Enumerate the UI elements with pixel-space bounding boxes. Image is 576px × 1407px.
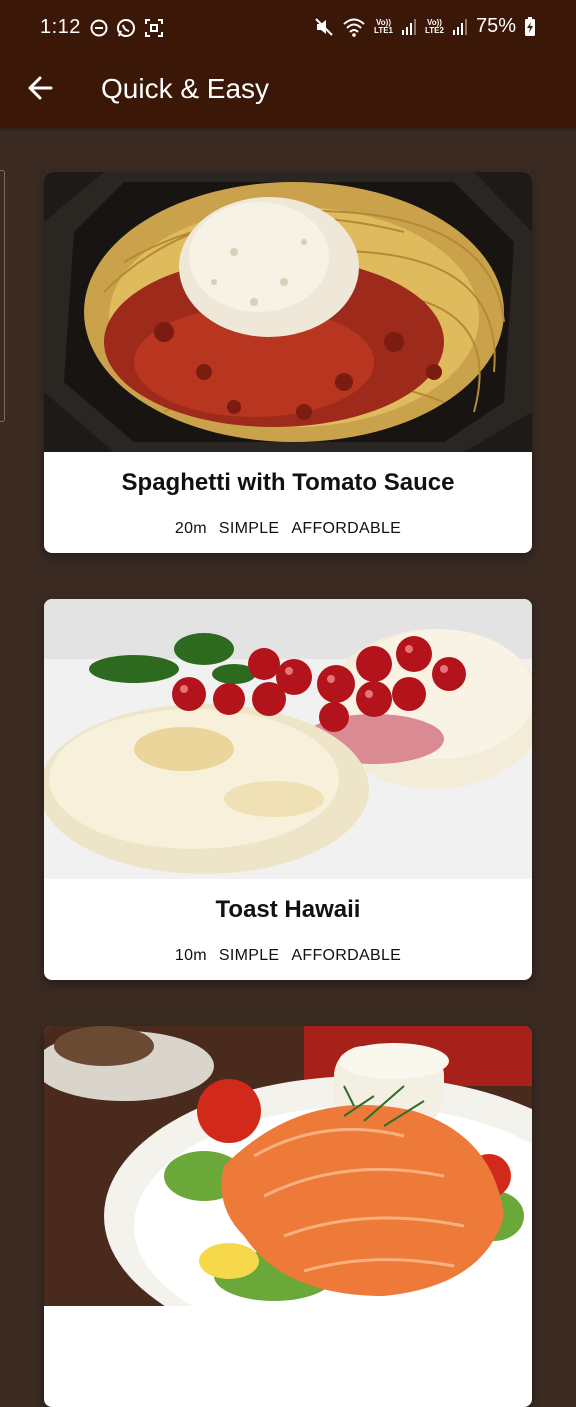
- app-bar: Quick & Easy: [0, 56, 576, 127]
- meal-title: [44, 1323, 532, 1353]
- meal-complexity: SIMPLE: [218, 947, 280, 964]
- meal-meta: [44, 1374, 532, 1407]
- meal-image-salmon-salad: [44, 1026, 532, 1306]
- mute-icon: [315, 17, 333, 36]
- sim2-label: LTE2: [425, 25, 444, 35]
- meal-title: Spaghetti with Tomato Sauce: [121, 469, 455, 496]
- meal-complexity: SIMPLE: [218, 520, 280, 537]
- status-time: 1:12: [40, 16, 81, 38]
- meal-card-spaghetti[interactable]: Spaghetti with Tomato Sauce 20m SIMPLE A…: [44, 172, 532, 553]
- meal-affordability: AFFORDABLE: [291, 520, 402, 537]
- meal-duration: 10m: [174, 947, 207, 964]
- sim2-network: Vo)) LTE2: [425, 18, 444, 35]
- arrow-back-icon: [28, 76, 53, 100]
- back-button[interactable]: [26, 74, 54, 102]
- signal-icon: [452, 18, 467, 35]
- status-left-icons: [90, 18, 164, 38]
- do-not-disturb-icon: [90, 19, 108, 37]
- meal-affordability: AFFORDABLE: [291, 947, 402, 964]
- signal-icon: [402, 18, 416, 35]
- status-bar: 1:12 Vo)) LTE1 Vo)) LTE2 75%: [0, 0, 576, 56]
- sim1-network: Vo)) LTE1: [374, 18, 393, 35]
- drawer-handle[interactable]: [0, 170, 5, 422]
- meal-meta: 10m SIMPLE AFFORDABLE: [44, 947, 532, 980]
- meal-image-spaghetti: [44, 172, 532, 452]
- page-title: Quick & Easy: [101, 73, 270, 104]
- status-right-icons: Vo)) LTE1 Vo)) LTE2 75%: [314, 15, 536, 38]
- meal-title: Toast Hawaii: [215, 896, 361, 923]
- battery-percent: 75%: [475, 15, 516, 37]
- sim1-label: LTE1: [374, 25, 393, 35]
- meal-duration: 20m: [174, 520, 207, 537]
- wifi-icon: [343, 18, 365, 37]
- meal-image-toast-hawaii: [44, 599, 532, 879]
- meal-meta: 20m SIMPLE AFFORDABLE: [44, 520, 532, 553]
- whatsapp-icon: [117, 19, 135, 37]
- meal-card-salmon-salad[interactable]: [44, 1026, 532, 1407]
- battery-charging-icon: [525, 16, 535, 36]
- meal-card-toast-hawaii[interactable]: Toast Hawaii 10m SIMPLE AFFORDABLE: [44, 599, 532, 980]
- screenshot-icon: [145, 19, 163, 37]
